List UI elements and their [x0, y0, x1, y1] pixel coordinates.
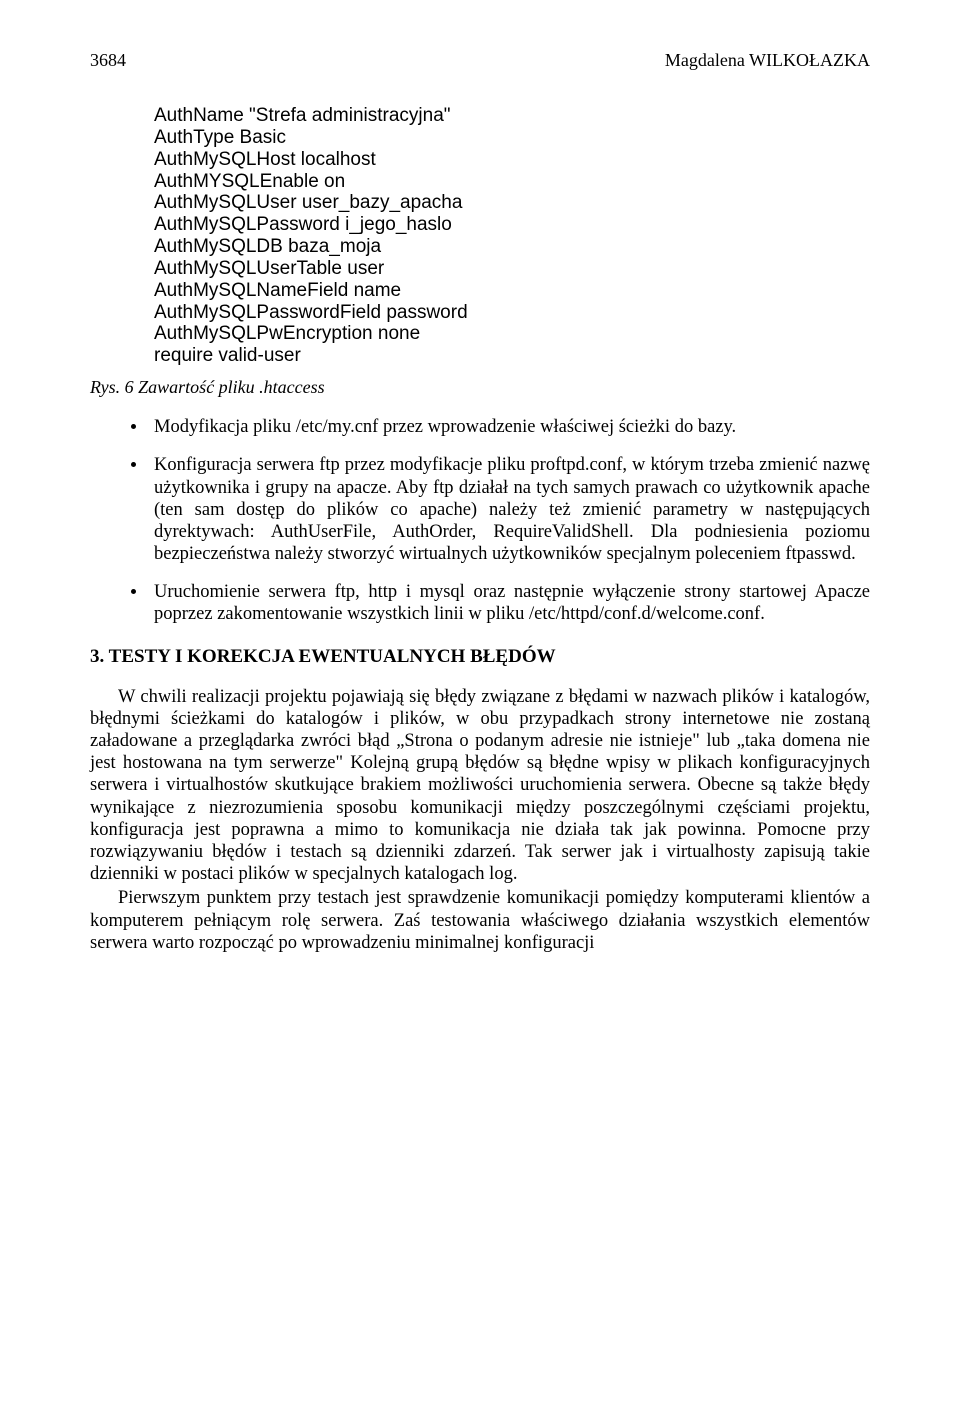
- bullet-list: Modyfikacja pliku /etc/my.cnf przez wpro…: [90, 416, 870, 626]
- code-line: AuthMySQLNameField name: [154, 280, 401, 301]
- code-line: AuthName "Strefa administracyjna": [154, 105, 451, 126]
- code-line: require valid-user: [154, 345, 301, 366]
- code-line: AuthMySQLPassword i_jego_haslo: [154, 214, 452, 235]
- code-line: AuthMySQLPwEncryption none: [154, 323, 420, 344]
- code-line: AuthMYSQLEnable on: [154, 171, 345, 192]
- list-item: Konfiguracja serwera ftp przez modyfikac…: [148, 454, 870, 565]
- code-line: AuthMySQLPasswordField password: [154, 302, 468, 323]
- htaccess-code-block: AuthName "Strefa administracyjna" AuthTy…: [154, 105, 870, 367]
- author-name: Magdalena WILKOŁAZKA: [665, 50, 870, 71]
- code-line: AuthMySQLHost localhost: [154, 149, 376, 170]
- code-line: AuthMySQLDB baza_moja: [154, 236, 381, 257]
- code-line: AuthMySQLUserTable user: [154, 258, 384, 279]
- code-line: AuthMySQLUser user_bazy_apacha: [154, 192, 462, 213]
- list-item: Modyfikacja pliku /etc/my.cnf przez wpro…: [148, 416, 870, 438]
- list-item: Uruchomienie serwera ftp, http i mysql o…: [148, 581, 870, 625]
- page-header: 3684 Magdalena WILKOŁAZKA: [90, 50, 870, 71]
- figure-caption: Rys. 6 Zawartość pliku .htaccess: [90, 377, 870, 398]
- document-page: 3684 Magdalena WILKOŁAZKA AuthName "Stre…: [0, 0, 960, 1006]
- code-line: AuthType Basic: [154, 127, 286, 148]
- body-paragraph: Pierwszym punktem przy testach jest spra…: [90, 887, 870, 954]
- body-paragraph: W chwili realizacji projektu pojawiają s…: [90, 686, 870, 886]
- page-number: 3684: [90, 50, 126, 71]
- section-heading: 3. TESTY I KOREKCJA EWENTUALNYCH BŁĘDÓW: [90, 646, 870, 668]
